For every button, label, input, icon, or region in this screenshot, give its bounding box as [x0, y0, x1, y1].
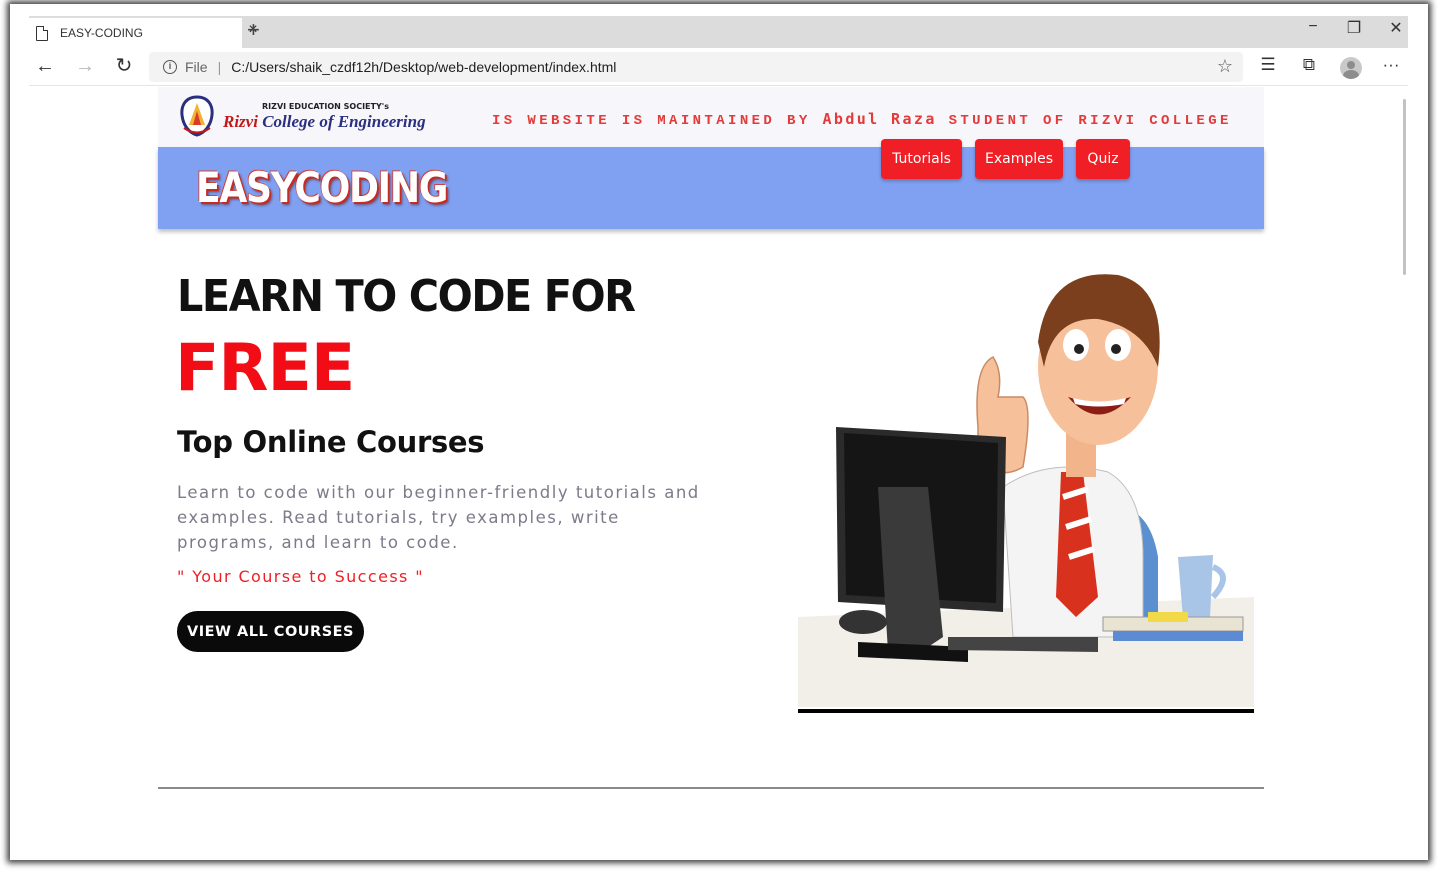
tab-strip: EASY-CODING × + − ❐ ✕	[29, 16, 1408, 48]
college-logo-icon	[180, 95, 214, 137]
back-button[interactable]: ←	[32, 55, 58, 77]
favorite-star-icon[interactable]: ☆	[1217, 56, 1233, 77]
hero-description: Learn to code with our beginner-friendly…	[177, 483, 700, 552]
hero-tagline: " Your Course to Success "	[177, 567, 425, 586]
maximize-button[interactable]: ❐	[1342, 18, 1366, 38]
address-bar[interactable]: i File | C:/Users/shaik_czdf12h/Desktop/…	[149, 52, 1243, 82]
page-icon	[36, 25, 48, 41]
reload-button[interactable]: ↻	[111, 55, 137, 77]
favorites-icon[interactable]: ☰	[1256, 55, 1280, 75]
college-society-name: RIZVI EDUCATION SOCIETY's	[262, 102, 389, 111]
nav-quiz[interactable]: Quiz	[1076, 139, 1130, 179]
page-viewport: RIZVI EDUCATION SOCIETY's Rizvi College …	[29, 87, 1408, 842]
forward-button[interactable]: →	[72, 55, 98, 77]
url-text[interactable]: C:/Users/shaik_czdf12h/Desktop/web-devel…	[231, 59, 616, 75]
site-logo[interactable]: EASYCODING	[196, 163, 448, 212]
college-name: Rizvi College of Engineering	[223, 112, 426, 131]
info-icon[interactable]: i	[163, 60, 177, 74]
browser-tab[interactable]: EASY-CODING ×	[29, 18, 258, 48]
developer-illustration	[798, 274, 1254, 713]
maintainer-marquee: IS WEBSITE IS MAINTAINED BY Abdul Raza S…	[492, 110, 1232, 129]
nav-tutorials[interactable]: Tutorials	[881, 139, 962, 179]
url-scheme: File	[185, 59, 208, 75]
website: RIZVI EDUCATION SOCIETY's Rizvi College …	[158, 87, 1264, 842]
collections-icon[interactable]: ⧉	[1297, 55, 1321, 75]
new-tab-button[interactable]: +	[247, 17, 260, 43]
section-divider	[158, 787, 1264, 789]
nav-examples[interactable]: Examples	[975, 139, 1063, 179]
browser-window: EASY-CODING × + − ❐ ✕ ← → ↻ i File | C:/…	[29, 16, 1408, 842]
college-header: RIZVI EDUCATION SOCIETY's Rizvi College …	[158, 87, 1264, 147]
vertical-scrollbar[interactable]	[1403, 99, 1406, 275]
close-window-button[interactable]: ✕	[1384, 18, 1408, 38]
view-all-courses-button[interactable]: VIEW ALL COURSES	[177, 611, 364, 652]
hero-subheading: Top Online Courses	[177, 425, 485, 459]
hero-heading: LEARN TO CODE FOR	[177, 271, 636, 322]
minimize-button[interactable]: −	[1301, 18, 1325, 36]
url-separator: |	[217, 59, 222, 75]
hero-heading-free: FREE	[175, 331, 355, 406]
browser-toolbar: ← → ↻ i File | C:/Users/shaik_czdf12h/De…	[29, 48, 1408, 86]
tab-title: EASY-CODING	[60, 26, 143, 40]
profile-avatar[interactable]	[1340, 57, 1362, 79]
settings-menu-icon[interactable]: ···	[1379, 55, 1403, 75]
